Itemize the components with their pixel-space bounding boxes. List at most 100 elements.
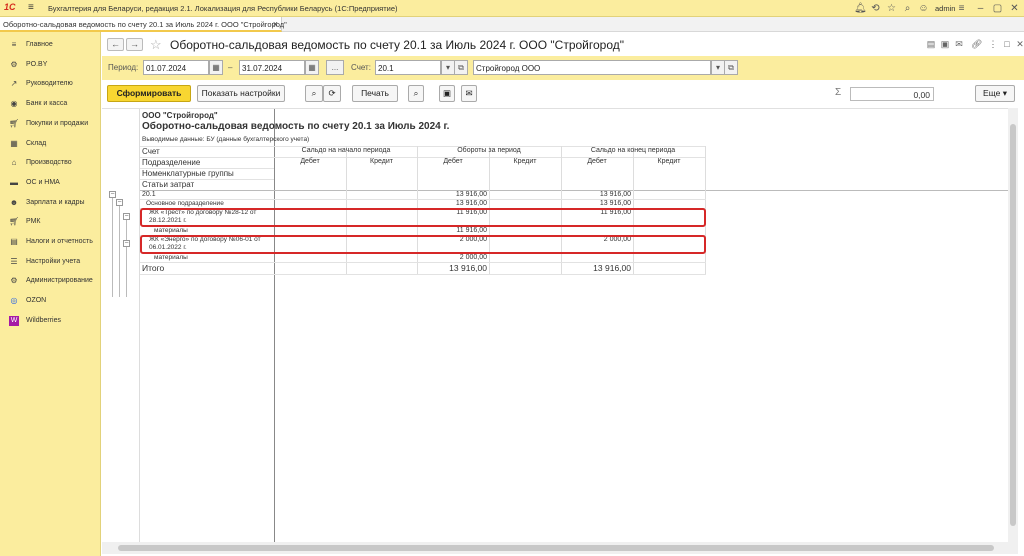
minimize-icon[interactable]: – (975, 3, 986, 14)
sidebar-item[interactable]: ▬ ОС и НМА (0, 174, 101, 192)
collapse-icon[interactable]: − (109, 191, 116, 198)
period-select-button[interactable]: ... (326, 60, 344, 75)
calendar-icon[interactable]: ▦ (209, 60, 223, 75)
sidebar-item-label: Руководителю (26, 80, 73, 88)
tab-report[interactable]: Оборотно-сальдовая ведомость по счету 20… (0, 17, 287, 32)
header-nomenclature: Номенклатурные группы (142, 169, 234, 178)
search-icon[interactable]: ⌕ (305, 85, 323, 102)
date-from-field[interactable]: 01.07.2024 (143, 60, 209, 75)
main-content: ← → ☆ Оборотно-сальдовая ведомость по сч… (102, 32, 1024, 556)
scroll-thumb[interactable] (1010, 124, 1016, 526)
grouping-tree: − − − − (102, 109, 140, 542)
save-icon[interactable]: ▣ (439, 85, 455, 102)
sidebar-item[interactable]: ☻ Зарплата и кадры (0, 194, 101, 212)
generate-button[interactable]: Сформировать (107, 85, 191, 102)
more-vertical-icon[interactable]: ⋮ (988, 39, 998, 49)
open-icon[interactable]: ⧉ (454, 60, 468, 75)
link-icon[interactable]: 🔗︎ (971, 39, 982, 49)
scroll-thumb[interactable] (118, 545, 994, 551)
closing-debit: 13 916,00 (599, 200, 631, 207)
show-settings-button[interactable]: Показать настройки (197, 85, 285, 102)
account-field[interactable]: 20.1 (375, 60, 441, 75)
settings-menu-icon[interactable]: ≡ (956, 3, 967, 14)
cart-icon: 🛒︎ (9, 217, 20, 227)
header-debit: Дебет (300, 158, 320, 165)
back-button[interactable]: ← (107, 38, 124, 51)
mail-icon[interactable]: ✉ (461, 85, 477, 102)
favorites-icon[interactable]: ☆ (886, 3, 897, 14)
dropdown-icon[interactable]: ▾ (711, 60, 725, 75)
report-area[interactable]: − − − − ООО "Стройгород" Оборотно-сальдо… (102, 108, 1008, 542)
print-icon[interactable]: ▤ (926, 39, 936, 49)
closing-debit: 13 916,00 (599, 191, 631, 198)
search-icon[interactable]: ⌕ (902, 3, 913, 14)
forward-button[interactable]: → (126, 38, 143, 51)
menu-icon: ≡ (11, 40, 17, 49)
sidebar-item[interactable]: ◉ Банк и касса (0, 95, 101, 113)
sidebar: ≡ Главное ⚙ PO.BY ↗ Руководителю ◉ Банк и касса… (0, 32, 101, 556)
history-icon[interactable]: ⟲ (870, 3, 881, 14)
sidebar-item[interactable]: ☰ Настройки учета (0, 253, 101, 271)
header-turnover: Обороты за период (457, 147, 521, 154)
close-icon[interactable]: × (273, 19, 278, 29)
calendar-icon[interactable]: ▦ (305, 60, 319, 75)
turnover-debit: 13 916,00 (455, 191, 487, 198)
restore-icon[interactable]: ▢ (992, 3, 1003, 14)
close-window-icon[interactable]: ✕ (1009, 3, 1020, 14)
dropdown-icon[interactable]: ▾ (441, 60, 455, 75)
sidebar-item[interactable]: W Wildberries (0, 312, 101, 330)
vertical-scrollbar[interactable] (1008, 108, 1018, 542)
maximize-icon[interactable]: □ (1002, 39, 1012, 49)
header-credit: Кредит (513, 158, 537, 165)
user-icon[interactable]: ☺ (918, 3, 929, 14)
mail-icon[interactable]: ✉ (954, 39, 964, 49)
sum-field[interactable]: 0,00 (850, 87, 934, 101)
sidebar-item[interactable]: ↗ Руководителю (0, 75, 101, 93)
main-menu-icon[interactable]: ≡ (28, 3, 38, 13)
report-title: Оборотно-сальдовая ведомость по счету 20… (142, 121, 450, 132)
highlight-frame (140, 235, 706, 254)
row-cost-item: материалы (154, 227, 188, 234)
collapse-icon[interactable]: − (123, 213, 130, 220)
period-label: Период: (108, 63, 139, 72)
collapse-icon[interactable]: − (116, 199, 123, 206)
turnover-debit: 11 916,00 (456, 227, 487, 234)
more-button[interactable]: Еще ▾ (975, 85, 1015, 102)
user-name[interactable]: admin (935, 4, 955, 13)
refresh-icon[interactable]: ⟳ (323, 85, 341, 102)
organization-field[interactable]: Стройгород ООО (473, 60, 711, 75)
sidebar-item[interactable]: ▦ Склад (0, 135, 101, 153)
turnover-debit: 2 000,00 (459, 254, 487, 261)
sidebar-item[interactable]: 🛒︎ Покупки и продажи (0, 115, 101, 133)
sidebar-item[interactable]: ◎ OZON (0, 292, 101, 310)
open-icon[interactable]: ⧉ (724, 60, 738, 75)
bell-icon[interactable]: 🔔︎ (854, 3, 867, 14)
sidebar-item[interactable]: 🛒︎ РМК (0, 213, 101, 231)
sidebar-item[interactable]: ≡ Главное (0, 36, 101, 54)
ozon-icon: ◎ (10, 296, 18, 306)
page-title: Оборотно-сальдовая ведомость по счету 20… (170, 38, 625, 52)
sidebar-item[interactable]: ⚙ PO.BY (0, 56, 101, 74)
total-label: Итого (142, 263, 165, 273)
print-button[interactable]: Печать (352, 85, 398, 102)
favorite-star-icon[interactable]: ☆ (150, 37, 162, 53)
header-opening: Сальдо на начало периода (301, 147, 391, 154)
sidebar-item[interactable]: ⚙ Администрирование (0, 272, 101, 290)
row-division-name: Основное подразделение (146, 200, 224, 207)
horizontal-scrollbar[interactable] (102, 542, 1018, 554)
preview-icon[interactable]: ⌕ (408, 85, 424, 102)
gear-icon: ⚙ (10, 276, 18, 286)
grid-line (140, 274, 706, 275)
header-division: Подразделение (142, 158, 201, 167)
sidebar-item[interactable]: ⌂ Производство (0, 154, 101, 172)
collapse-icon[interactable]: − (123, 240, 130, 247)
close-form-icon[interactable]: ✕ (1015, 39, 1024, 49)
sidebar-item-label: Склад (26, 139, 47, 147)
sidebar-item-label: Главное (26, 41, 53, 48)
factory-icon: ⌂ (11, 158, 17, 168)
save-icon[interactable]: ▣ (940, 39, 950, 49)
sidebar-item-label: PO.BY (26, 60, 48, 68)
date-to-field[interactable]: 31.07.2024 (239, 60, 305, 75)
sidebar-item[interactable]: ▤ Налоги и отчетность (0, 233, 101, 251)
sidebar-item-label: Налоги и отчетность (26, 238, 93, 245)
